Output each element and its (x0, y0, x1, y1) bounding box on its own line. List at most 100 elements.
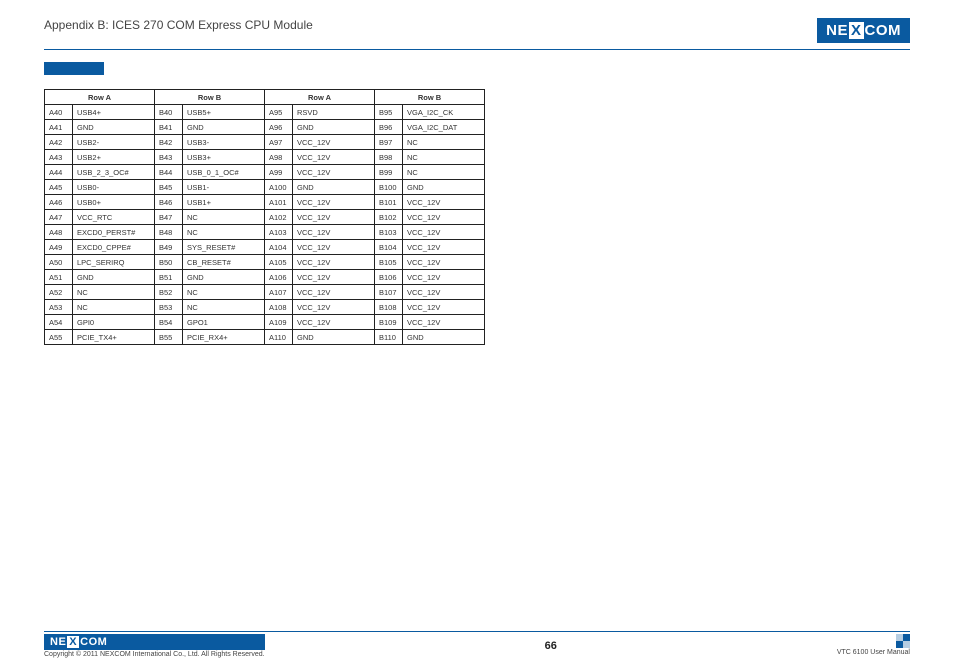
table-row: A42USB2-B42USB3-A97VCC_12VB97NC (45, 135, 485, 150)
table-cell: A51 (45, 270, 73, 285)
table-cell: B40 (155, 105, 183, 120)
table-cell: A47 (45, 210, 73, 225)
table-cell: NC (183, 210, 265, 225)
table-cell: GND (293, 330, 375, 345)
table-cell: VGA_I2C_CK (403, 105, 485, 120)
table-cell: GND (403, 180, 485, 195)
table-cell: A104 (265, 240, 293, 255)
table-cell: B52 (155, 285, 183, 300)
logo-text-post: COM (865, 22, 902, 39)
manual-label: VTC 6100 User Manual (837, 649, 910, 656)
logo-text-post: COM (80, 636, 107, 648)
table-cell: USB0- (73, 180, 155, 195)
table-cell: B107 (375, 285, 403, 300)
footer: NEXCOM Copyright © 2011 NEXCOM Internati… (44, 631, 910, 658)
page-number: 66 (545, 640, 557, 652)
logo-text-pre: NE (50, 636, 66, 648)
table-cell: VCC_12V (403, 270, 485, 285)
table-cell: VCC_12V (403, 210, 485, 225)
table-row: A53NCB53NCA108VCC_12VB108VCC_12V (45, 300, 485, 315)
table-row: A50LPC_SERIRQB50CB_RESET#A105VCC_12VB105… (45, 255, 485, 270)
table-cell: A54 (45, 315, 73, 330)
table-cell: A100 (265, 180, 293, 195)
table-cell: B44 (155, 165, 183, 180)
logo-text-x: X (67, 636, 79, 648)
table-cell: B53 (155, 300, 183, 315)
table-cell: GND (73, 270, 155, 285)
table-cell: NC (183, 225, 265, 240)
table-cell: A98 (265, 150, 293, 165)
table-cell: B100 (375, 180, 403, 195)
table-row: A45USB0-B45USB1-A100GNDB100GND (45, 180, 485, 195)
corner-squares-icon (896, 634, 910, 648)
table-cell: LPC_SERIRQ (73, 255, 155, 270)
table-cell: A107 (265, 285, 293, 300)
table-cell: VCC_12V (293, 225, 375, 240)
logo-text-pre: NE (826, 22, 848, 39)
table-row: A47VCC_RTCB47NCA102VCC_12VB102VCC_12V (45, 210, 485, 225)
appendix-title: Appendix B: ICES 270 COM Express CPU Mod… (44, 18, 313, 32)
table-cell: A53 (45, 300, 73, 315)
table-cell: GND (183, 270, 265, 285)
copyright-text: Copyright © 2011 NEXCOM International Co… (44, 651, 265, 658)
table-cell: USB_0_1_OC# (183, 165, 265, 180)
table-cell: NC (183, 300, 265, 315)
table-cell: A109 (265, 315, 293, 330)
table-cell: PCIE_RX4+ (183, 330, 265, 345)
table-row: A40USB4+B40USB5+A95RSVDB95VGA_I2C_CK (45, 105, 485, 120)
table-cell: GND (403, 330, 485, 345)
table-cell: B41 (155, 120, 183, 135)
table-row: A54GPI0B54GPO1A109VCC_12VB109VCC_12V (45, 315, 485, 330)
table-cell: A42 (45, 135, 73, 150)
table-cell: VCC_12V (293, 210, 375, 225)
table-cell: B106 (375, 270, 403, 285)
table-cell: USB1- (183, 180, 265, 195)
table-cell: USB_2_3_OC# (73, 165, 155, 180)
table-cell: VCC_12V (403, 300, 485, 315)
col-header: Row B (375, 90, 485, 105)
table-cell: NC (183, 285, 265, 300)
table-cell: B48 (155, 225, 183, 240)
table-cell: A45 (45, 180, 73, 195)
table-cell: USB0+ (73, 195, 155, 210)
table-cell: A55 (45, 330, 73, 345)
table-cell: VCC_12V (403, 255, 485, 270)
table-cell: VCC_12V (293, 240, 375, 255)
table-row: A55PCIE_TX4+B55PCIE_RX4+A110GNDB110GND (45, 330, 485, 345)
table-cell: USB3- (183, 135, 265, 150)
table-cell: NC (403, 135, 485, 150)
col-header: Row B (155, 90, 265, 105)
table-cell: A48 (45, 225, 73, 240)
table-cell: A41 (45, 120, 73, 135)
table-cell: GND (293, 180, 375, 195)
table-cell: A49 (45, 240, 73, 255)
table-cell: B103 (375, 225, 403, 240)
table-cell: B45 (155, 180, 183, 195)
table-cell: B47 (155, 210, 183, 225)
table-cell: VCC_12V (293, 135, 375, 150)
table-cell: B105 (375, 255, 403, 270)
table-row: A52NCB52NCA107VCC_12VB107VCC_12V (45, 285, 485, 300)
table-cell: VCC_12V (403, 315, 485, 330)
table-cell: VCC_12V (293, 165, 375, 180)
table-cell: B51 (155, 270, 183, 285)
table-cell: RSVD (293, 105, 375, 120)
section-tab (44, 62, 104, 75)
table-cell: A105 (265, 255, 293, 270)
table-cell: A102 (265, 210, 293, 225)
table-cell: VCC_12V (293, 150, 375, 165)
table-cell: USB5+ (183, 105, 265, 120)
table-cell: B108 (375, 300, 403, 315)
table-cell: B102 (375, 210, 403, 225)
table-cell: B109 (375, 315, 403, 330)
table-cell: A46 (45, 195, 73, 210)
table-cell: B49 (155, 240, 183, 255)
table-row: A44USB_2_3_OC#B44USB_0_1_OC#A99VCC_12VB9… (45, 165, 485, 180)
table-cell: A96 (265, 120, 293, 135)
table-cell: A97 (265, 135, 293, 150)
pin-table: Row A Row B Row A Row B A40USB4+B40USB5+… (44, 89, 485, 345)
table-cell: VCC_12V (293, 195, 375, 210)
table-cell: VCC_12V (293, 300, 375, 315)
table-cell: NC (73, 285, 155, 300)
header-divider (44, 49, 910, 50)
